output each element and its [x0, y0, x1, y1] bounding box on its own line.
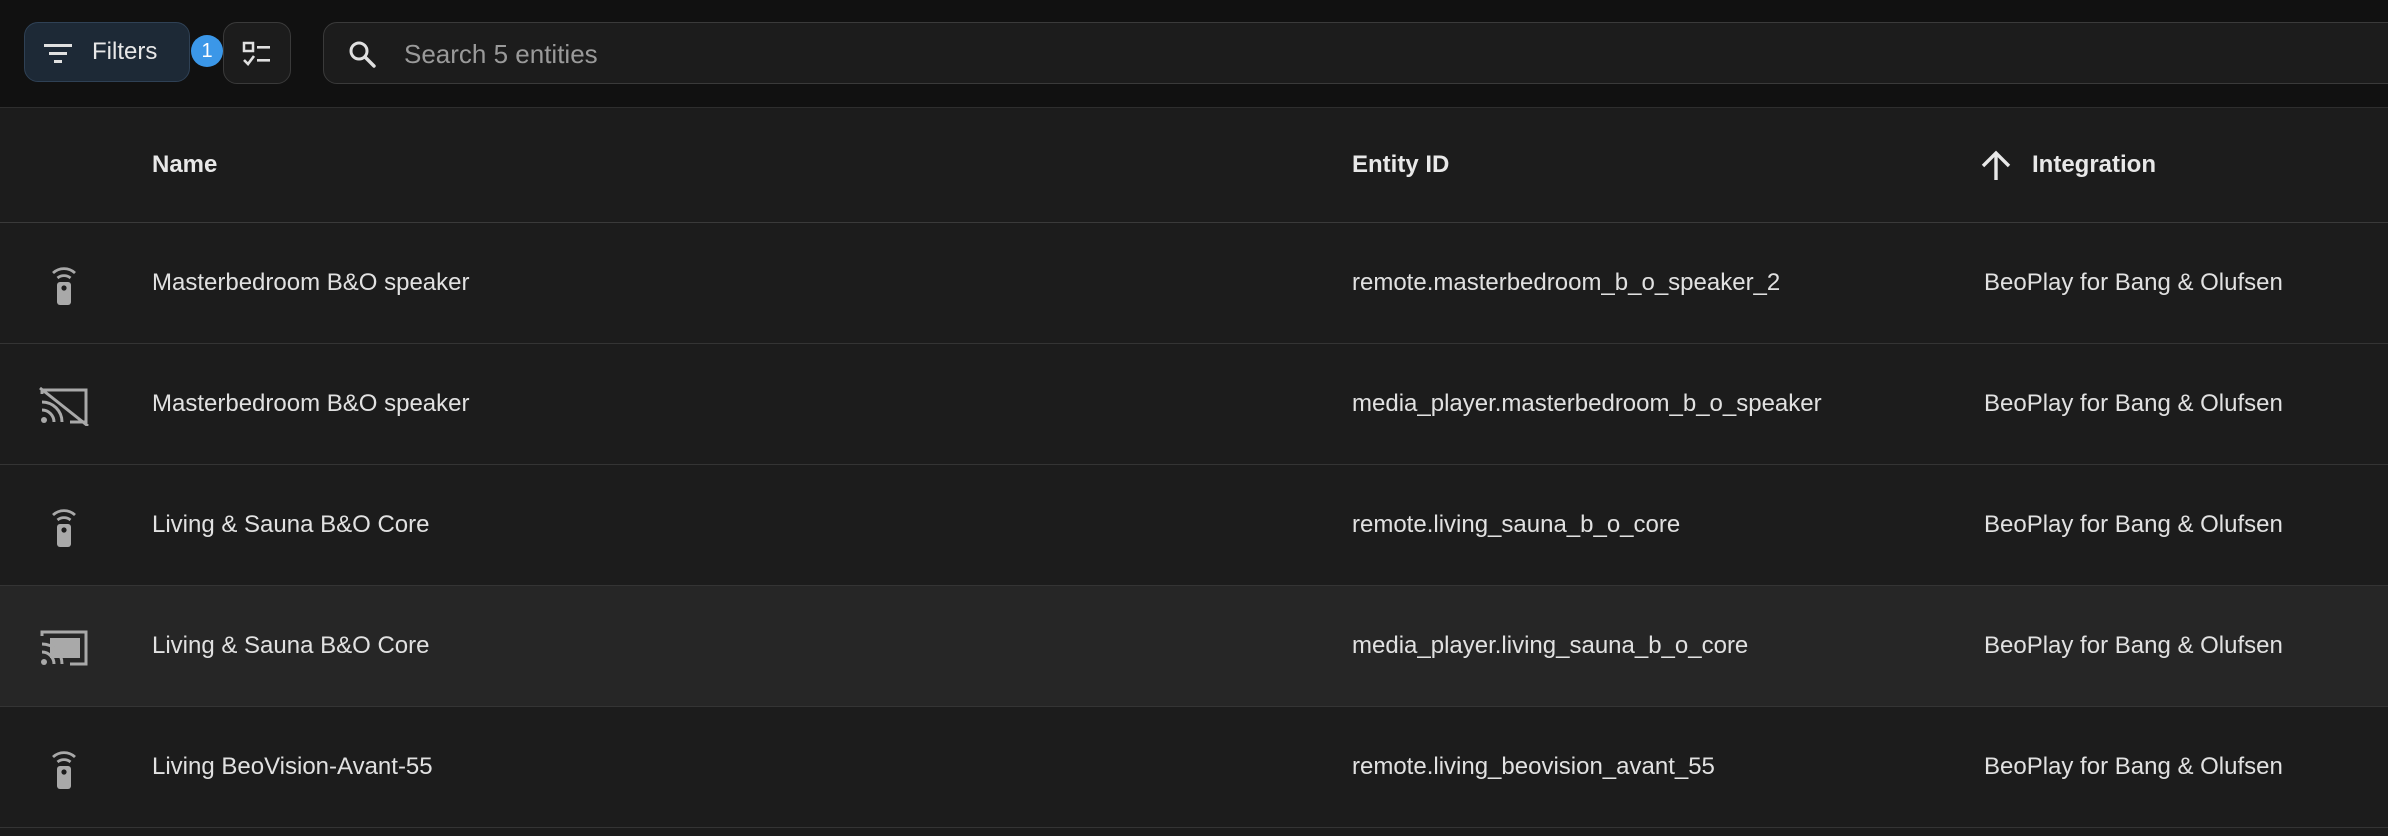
entity-integration: BeoPlay for Bang & Olufsen: [1984, 511, 2283, 538]
selection-mode-button[interactable]: [223, 22, 291, 84]
entity-name: Living BeoVision-Avant-55: [152, 753, 433, 780]
filters-label: Filters: [92, 38, 158, 65]
table-row[interactable]: Living & Sauna B&O Core remote.living_sa…: [0, 465, 2388, 586]
column-header-entity-id[interactable]: Entity ID: [1352, 108, 1449, 222]
table-header: Name Entity ID Integration: [0, 108, 2388, 223]
entity-integration: BeoPlay for Bang & Olufsen: [1984, 390, 2283, 417]
entity-id: remote.living_beovision_avant_55: [1352, 753, 1715, 780]
column-header-name[interactable]: Name: [152, 108, 217, 222]
table-row[interactable]: Masterbedroom B&O speaker media_player.m…: [0, 344, 2388, 465]
entity-id: media_player.masterbedroom_b_o_speaker: [1352, 390, 1822, 417]
filter-icon: [44, 44, 72, 63]
cast-connected-icon: [40, 630, 88, 666]
remote-icon: [52, 509, 76, 547]
table-row[interactable]: Living & Sauna B&O Core media_player.liv…: [0, 586, 2388, 707]
filters-button[interactable]: Filters 1: [24, 22, 223, 82]
table-row[interactable]: Masterbedroom B&O speaker remote.masterb…: [0, 223, 2388, 344]
sort-ascending-icon[interactable]: [1979, 148, 2013, 182]
entity-name: Living & Sauna B&O Core: [152, 632, 430, 659]
table-row[interactable]: Living BeoVision-Avant-55 remote.living_…: [0, 707, 2388, 828]
checklist-icon: [242, 41, 270, 66]
search-icon: [349, 41, 376, 68]
search-input[interactable]: [402, 23, 2306, 85]
toolbar: Filters 1: [0, 0, 2388, 108]
entity-name: Masterbedroom B&O speaker: [152, 390, 470, 417]
remote-icon: [52, 267, 76, 305]
filters-count-badge: 1: [191, 35, 223, 67]
entity-id: remote.masterbedroom_b_o_speaker_2: [1352, 269, 1781, 296]
entity-id: media_player.living_sauna_b_o_core: [1352, 632, 1749, 659]
cast-off-icon: [39, 386, 89, 426]
remote-icon: [52, 751, 76, 789]
entities-table: Name Entity ID Integration Masterbedroom…: [0, 108, 2388, 828]
entity-integration: BeoPlay for Bang & Olufsen: [1984, 632, 2283, 659]
entity-integration: BeoPlay for Bang & Olufsen: [1984, 269, 2283, 296]
column-header-integration[interactable]: Integration: [2032, 108, 2156, 222]
search-bar: [323, 22, 2388, 85]
entity-integration: BeoPlay for Bang & Olufsen: [1984, 753, 2283, 780]
entity-id: remote.living_sauna_b_o_core: [1352, 511, 1681, 538]
entity-name: Masterbedroom B&O speaker: [152, 269, 470, 296]
entity-name: Living & Sauna B&O Core: [152, 511, 430, 538]
